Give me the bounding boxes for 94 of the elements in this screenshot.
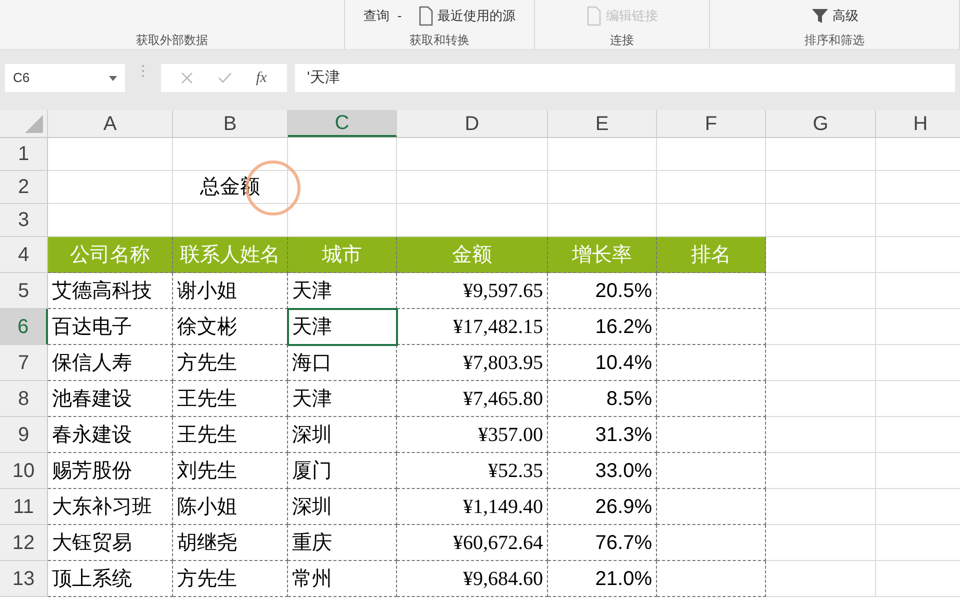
table-cell[interactable] (657, 345, 766, 381)
table-cell[interactable]: 26.9% (548, 489, 657, 525)
table-cell[interactable]: 春永建设 (48, 417, 173, 453)
table-cell[interactable] (657, 417, 766, 453)
table-cell[interactable] (657, 453, 766, 489)
table-cell[interactable]: 8.5% (548, 381, 657, 417)
table-cell[interactable]: ¥357.00 (397, 417, 548, 453)
table-cell[interactable] (657, 561, 766, 597)
group-label: 获取外部数据 (135, 32, 209, 49)
table-cell[interactable]: 池春建设 (48, 381, 173, 417)
table-cell[interactable]: 20.5% (548, 273, 657, 309)
row-header[interactable]: 6 (0, 309, 48, 345)
group-label: 获取和转换 (408, 32, 470, 49)
table-cell[interactable]: 陈小姐 (173, 489, 288, 525)
cancel-icon[interactable] (181, 72, 194, 84)
table-cell[interactable]: 赐芳股份 (48, 453, 173, 489)
table-cell[interactable]: 保信人寿 (48, 345, 173, 381)
row-header[interactable]: 5 (0, 273, 48, 309)
table-cell[interactable]: 顶上系统 (48, 561, 173, 597)
group-label: 排序和筛选 (804, 32, 866, 49)
table-cell[interactable]: 10.4% (548, 345, 657, 381)
select-all-icon[interactable] (25, 115, 43, 133)
table-cell[interactable]: 厦门 (288, 453, 397, 489)
column-header[interactable]: D (397, 110, 548, 137)
table-cell[interactable]: 胡继尧 (173, 525, 288, 561)
column-header[interactable]: E (548, 110, 657, 137)
checkmark-icon[interactable] (218, 72, 232, 84)
table-cell[interactable]: 王先生 (173, 381, 288, 417)
cell-reference: C6 (13, 69, 30, 88)
table-cell[interactable]: 百达电子 (48, 309, 173, 345)
row-header[interactable]: 12 (0, 525, 48, 561)
table-cell[interactable]: ¥1,149.40 (397, 489, 548, 525)
row-header[interactable]: 10 (0, 453, 48, 489)
ribbon-button[interactable]: 查询 - (363, 6, 402, 26)
table-cell[interactable]: 21.0% (548, 561, 657, 597)
table-cell[interactable]: 31.3% (548, 417, 657, 453)
table-cell[interactable]: 16.2% (548, 309, 657, 345)
row-header[interactable]: 8 (0, 381, 48, 417)
table-cell[interactable]: 大东补习班 (48, 489, 173, 525)
table-cell[interactable] (657, 525, 766, 561)
table-cell[interactable] (657, 381, 766, 417)
document-icon (586, 6, 602, 26)
table-cell[interactable]: 刘先生 (173, 453, 288, 489)
table-cell[interactable]: 深圳 (288, 489, 397, 525)
row-header[interactable]: 3 (0, 204, 48, 237)
table-cell[interactable]: 33.0% (548, 453, 657, 489)
table-cell[interactable]: 深圳 (288, 417, 397, 453)
row-header[interactable]: 1 (0, 138, 48, 171)
caret-icon (109, 76, 117, 80)
document-icon (418, 6, 434, 26)
column-header[interactable]: C (288, 110, 397, 137)
table-cell[interactable]: ¥7,465.80 (397, 381, 548, 417)
row-header[interactable]: 11 (0, 489, 48, 525)
column-header[interactable]: F (657, 110, 766, 137)
table-cell[interactable]: 重庆 (288, 525, 397, 561)
table-cell[interactable]: 天津 (288, 381, 397, 417)
table-cell[interactable]: 常州 (288, 561, 397, 597)
row-header[interactable]: 2 (0, 171, 48, 204)
row-header[interactable]: 13 (0, 561, 48, 597)
grip-icon (141, 64, 145, 78)
table-cell[interactable]: 方先生 (173, 561, 288, 597)
formula-input[interactable]: '天津 (295, 64, 955, 92)
table-cell[interactable]: ¥7,803.95 (397, 345, 548, 381)
row-header[interactable]: 7 (0, 345, 48, 381)
group-label: 连接 (609, 32, 635, 49)
column-header[interactable]: G (766, 110, 876, 137)
table-cell[interactable]: 天津 (288, 273, 397, 309)
table-cell[interactable]: ¥9,597.65 (397, 273, 548, 309)
table-cell[interactable]: 艾德高科技 (48, 273, 173, 309)
table-cell[interactable]: 总金额 (173, 171, 288, 204)
table-cell[interactable] (657, 273, 766, 309)
table-cell[interactable]: 王先生 (173, 417, 288, 453)
ribbon-button[interactable]: 高级 (810, 6, 858, 26)
column-header[interactable]: A (48, 110, 173, 137)
name-box[interactable]: C6 (5, 64, 125, 92)
table-cell[interactable]: ¥60,672.64 (397, 525, 548, 561)
table-cell[interactable]: 天津 (288, 309, 397, 345)
table-cell[interactable]: ¥9,684.60 (397, 561, 548, 597)
table-cell[interactable]: 76.7% (548, 525, 657, 561)
insert-function-button[interactable]: fx (256, 66, 267, 90)
table-cell[interactable]: ¥17,482.15 (397, 309, 548, 345)
table-cell[interactable]: 谢小姐 (173, 273, 288, 309)
table-cell[interactable]: 大钰贸易 (48, 525, 173, 561)
table-cell[interactable]: 方先生 (173, 345, 288, 381)
table-cell[interactable]: 海口 (288, 345, 397, 381)
table-cell[interactable]: 徐文彬 (173, 309, 288, 345)
table-cell[interactable] (657, 309, 766, 345)
row-header[interactable]: 4 (0, 237, 48, 273)
row-header[interactable]: 9 (0, 417, 48, 453)
table-cell[interactable]: ¥52.35 (397, 453, 548, 489)
filter-icon (810, 6, 828, 24)
ribbon-button[interactable]: 最近使用的源 (418, 6, 516, 26)
column-header[interactable]: H (876, 110, 960, 137)
table-cell[interactable] (657, 489, 766, 525)
